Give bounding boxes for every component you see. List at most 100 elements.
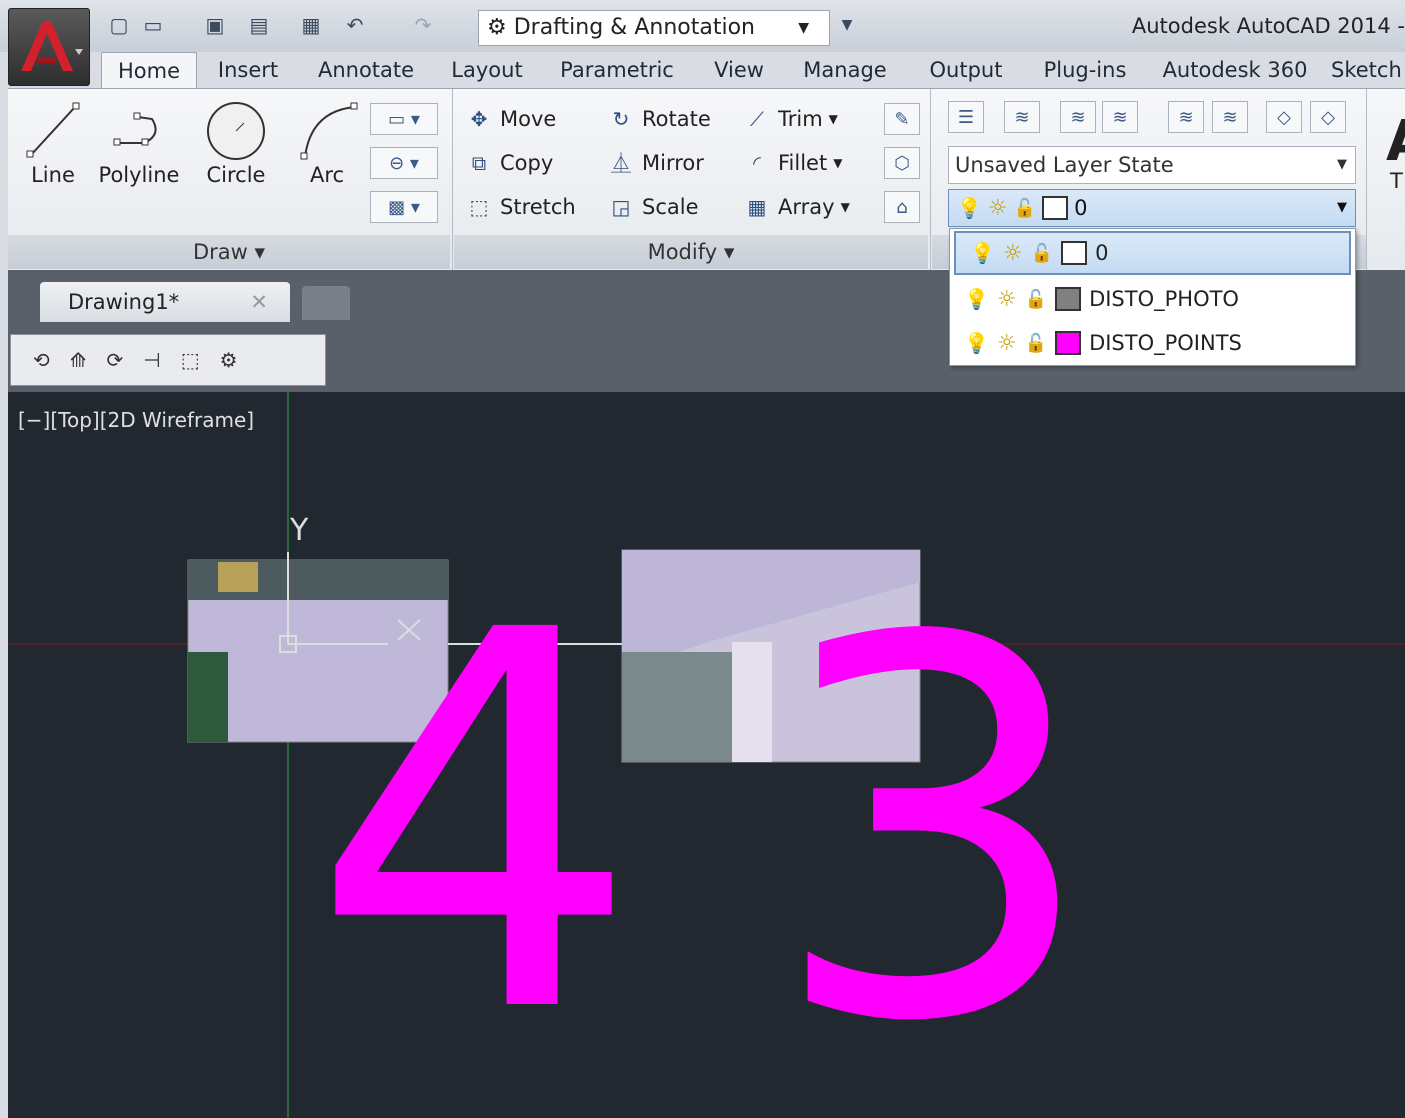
move-button[interactable]: ✥ Move	[464, 101, 557, 137]
copy-button[interactable]: ⧉ Copy	[464, 145, 553, 181]
settings-icon[interactable]: ⚙	[220, 348, 238, 372]
mirror-button[interactable]: ⏅ Mirror	[606, 145, 704, 181]
polyline-label: Polyline	[98, 163, 180, 187]
tab-sketch[interactable]: Sketch	[1331, 52, 1405, 88]
layer-match-button[interactable]: ≋	[1060, 101, 1096, 133]
chevron-down-icon: ▼	[1337, 200, 1347, 215]
erase-button[interactable]: ✎	[884, 103, 920, 135]
tab-view[interactable]: View	[699, 52, 779, 88]
close-icon[interactable]: ✕	[250, 282, 268, 322]
unlock-icon: 🔓	[1030, 242, 1054, 264]
offset-icon: ⌂	[896, 196, 908, 218]
layer-item[interactable]: 💡 ☼ 🔓 0	[954, 231, 1351, 275]
redo-icon[interactable]: ↷	[410, 12, 436, 38]
autocad-logo-icon	[21, 21, 83, 71]
layer-item[interactable]: 💡 ☼ 🔓 DISTO_PHOTO	[950, 277, 1355, 321]
magenta-text-3[interactable]: 3	[768, 529, 1099, 1118]
layer-previous-icon: ≋	[1112, 106, 1128, 128]
layer-properties-icon: ☰	[957, 106, 975, 128]
layer-color-swatch	[1055, 287, 1082, 311]
arc-button[interactable]: Arc	[292, 99, 362, 187]
tab-parametric[interactable]: Parametric	[547, 52, 687, 88]
snap-icon[interactable]: ⊣	[143, 348, 160, 372]
lightbulb-icon: 💡	[964, 287, 989, 311]
tab-layout[interactable]: Layout	[439, 52, 535, 88]
hatch-button[interactable]: ⊖ ▾	[370, 147, 438, 179]
application-menu-button[interactable]	[8, 8, 90, 86]
trim-button[interactable]: ⟋ Trim ▼	[742, 101, 838, 137]
layer-isolate-button[interactable]: ≋	[1168, 101, 1204, 133]
layer-unisolate-button[interactable]: ≋	[1212, 101, 1248, 133]
new-document-tab[interactable]	[302, 286, 350, 320]
drawing-area: Y 4 3	[8, 392, 1405, 1118]
viewport-controls-label[interactable]: [−][Top][2D Wireframe]	[18, 408, 254, 432]
snap-icon[interactable]: ⟳	[107, 348, 124, 372]
save-icon[interactable]: ▣	[202, 12, 228, 38]
explode-button[interactable]: ⬡	[884, 147, 920, 179]
tab-autodesk-360[interactable]: Autodesk 360	[1155, 52, 1315, 88]
array-icon: ▦	[747, 195, 767, 219]
copy-icon: ⧉	[471, 151, 487, 175]
fillet-button[interactable]: ◜ Fillet ▼	[742, 145, 842, 181]
snap-icon[interactable]: ⬚	[181, 348, 200, 372]
layer-name: DISTO_PHOTO	[1089, 287, 1239, 311]
current-layer-dropdown[interactable]: 💡 ☼ 🔓 0 ▼	[948, 189, 1356, 227]
snap-icon[interactable]: ⟰	[70, 348, 87, 372]
drawing-canvas[interactable]: Y 4 3	[8, 392, 1405, 1118]
line-icon	[26, 102, 80, 158]
tab-annotate[interactable]: Annotate	[301, 52, 431, 88]
undo-icon[interactable]: ↶	[342, 12, 368, 38]
scale-button[interactable]: ◲ Scale	[606, 189, 699, 225]
panel-divider	[930, 89, 931, 271]
print-icon[interactable]: ▦	[298, 12, 324, 38]
workspace-dropdown[interactable]: ⚙ Drafting & Annotation ▼	[478, 10, 830, 46]
layer-off-button[interactable]: ◇	[1310, 101, 1346, 133]
mirror-label: Mirror	[642, 151, 704, 175]
layer-state-dropdown[interactable]: Unsaved Layer State ▼	[948, 146, 1356, 184]
tab-plug-ins[interactable]: Plug-ins	[1029, 52, 1141, 88]
rectangle-button[interactable]: ▭ ▾	[370, 103, 438, 135]
rotate-button[interactable]: ↻ Rotate	[606, 101, 711, 137]
save-as-icon[interactable]: ▤	[246, 12, 272, 38]
array-button[interactable]: ▦ Array ▼	[742, 189, 850, 225]
sun-icon: ☼	[996, 286, 1017, 312]
sun-icon: ☼	[987, 195, 1008, 221]
tab-insert[interactable]: Insert	[205, 52, 291, 88]
layer-dropdown-list: 💡 ☼ 🔓 0 💡 ☼ 🔓 DISTO_PHOTO 💡 ☼ 🔓 DISTO_PO…	[949, 228, 1356, 366]
tab-output[interactable]: Output	[913, 52, 1019, 88]
layer-properties-button[interactable]: ☰	[948, 101, 984, 133]
rotate-label: Rotate	[642, 107, 711, 131]
offset-button[interactable]: ⌂	[884, 191, 920, 223]
line-label: Line	[31, 163, 75, 187]
stretch-button[interactable]: ⬚ Stretch	[464, 189, 576, 225]
circle-button[interactable]: Circle	[200, 99, 272, 187]
draw-panel-title[interactable]: Draw ▾	[8, 235, 450, 269]
layer-item[interactable]: 💡 ☼ 🔓 DISTO_POINTS	[950, 321, 1355, 365]
tab-home[interactable]: Home	[101, 52, 197, 88]
modify-panel-title[interactable]: Modify ▾	[454, 235, 928, 269]
stretch-label: Stretch	[500, 195, 576, 219]
sun-icon: ☼	[1002, 240, 1023, 266]
document-tab[interactable]: Drawing1* ✕	[40, 282, 290, 322]
annotation-text-icon[interactable]: A	[1386, 109, 1405, 174]
move-label: Move	[500, 107, 557, 131]
polyline-button[interactable]: Polyline	[94, 99, 184, 187]
layer-states-button[interactable]: ≋	[1004, 101, 1040, 133]
layer-unisolate-icon: ≋	[1222, 106, 1238, 128]
new-icon[interactable]: ▢	[106, 12, 132, 38]
gear-icon: ⚙	[487, 15, 514, 40]
tab-manage[interactable]: Manage	[789, 52, 901, 88]
lightbulb-icon: 💡	[957, 196, 982, 220]
chevron-down-icon: ▼	[840, 200, 850, 214]
open-icon[interactable]: ▭	[140, 12, 166, 38]
boundary-button[interactable]: ▩ ▾	[370, 191, 438, 223]
sun-icon: ☼	[996, 330, 1017, 356]
customize-quick-access-icon[interactable]: ▼	[834, 12, 860, 38]
circle-label: Circle	[206, 163, 266, 187]
rotate-icon: ↻	[612, 107, 630, 131]
snap-icon[interactable]: ⟲	[33, 348, 50, 372]
magenta-text-4[interactable]: 4	[310, 521, 641, 1118]
line-button[interactable]: Line	[18, 99, 88, 187]
layer-previous-button[interactable]: ≋	[1102, 101, 1138, 133]
layer-freeze-button[interactable]: ◇	[1266, 101, 1302, 133]
